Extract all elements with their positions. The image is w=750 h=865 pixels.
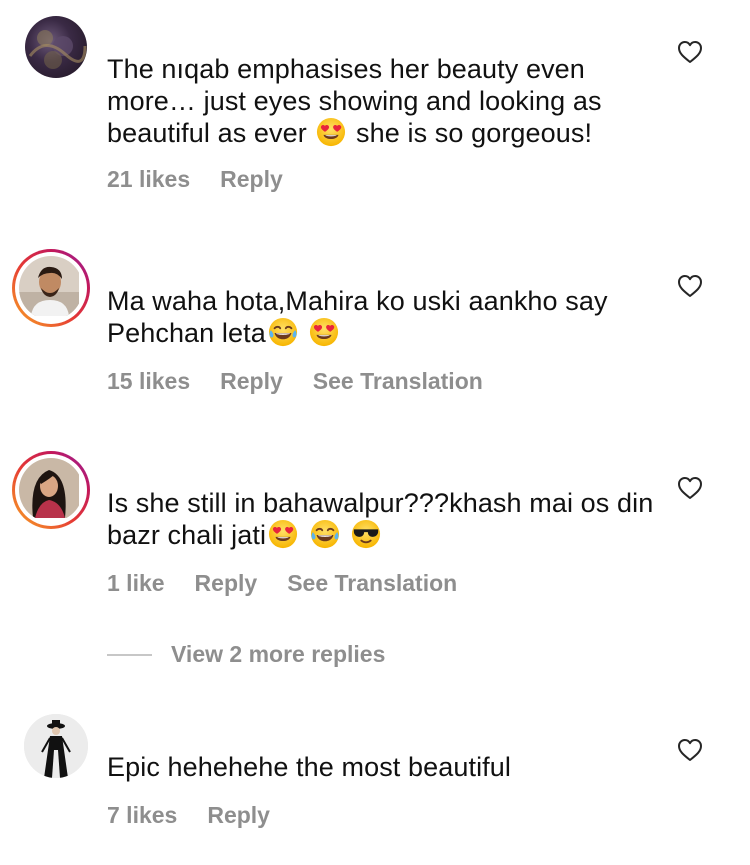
reply-button[interactable]: Reply (220, 368, 283, 394)
avatar[interactable] (12, 451, 90, 529)
avatar[interactable] (25, 16, 87, 78)
like-heart-icon[interactable] (677, 476, 703, 500)
like-heart-icon[interactable] (677, 738, 703, 762)
likes-count[interactable]: 7 likes (107, 802, 177, 828)
heart-eyes-emoji (309, 317, 339, 347)
comment-meta: 7 likes Reply (107, 802, 300, 829)
avatar-image (28, 30, 87, 69)
heart-eyes-emoji (316, 117, 346, 147)
avatar-image (19, 256, 79, 316)
see-translation-link[interactable]: See Translation (313, 368, 483, 394)
comment-text: Is she still in bahawalpur???khash mai o… (107, 488, 654, 550)
tears-of-joy-emoji (310, 519, 340, 549)
avatar[interactable] (24, 714, 88, 778)
see-translation-link[interactable]: See Translation (287, 570, 457, 596)
comment-meta: 15 likes Reply See Translation (107, 368, 513, 395)
comment-meta: 1 like Reply See Translation (107, 570, 487, 597)
sunglasses-emoji (351, 519, 381, 549)
likes-count[interactable]: 21 likes (107, 166, 190, 192)
heart-eyes-emoji (268, 519, 298, 549)
reply-button[interactable]: Reply (220, 166, 283, 192)
comment-meta: 21 likes Reply (107, 166, 313, 193)
like-heart-icon[interactable] (677, 40, 703, 64)
tears-of-joy-emoji (268, 317, 298, 347)
comment-text: Ma waha hota,Mahira ko uski aankho say P… (107, 286, 608, 348)
comment-text: Epic hehehehe the most beautiful (107, 752, 511, 782)
view-more-replies-button[interactable]: View 2 more replies (171, 641, 385, 668)
like-heart-icon[interactable] (677, 274, 703, 298)
reply-button[interactable]: Reply (195, 570, 258, 596)
avatar[interactable] (12, 249, 90, 327)
comment-text: The nıqab emphasises her beauty even mor… (107, 54, 602, 148)
likes-count[interactable]: 15 likes (107, 368, 190, 394)
replies-divider (107, 654, 152, 656)
reply-button[interactable]: Reply (207, 802, 270, 828)
likes-count[interactable]: 1 like (107, 570, 165, 596)
avatar-image (19, 458, 79, 518)
avatar-image (24, 714, 88, 778)
